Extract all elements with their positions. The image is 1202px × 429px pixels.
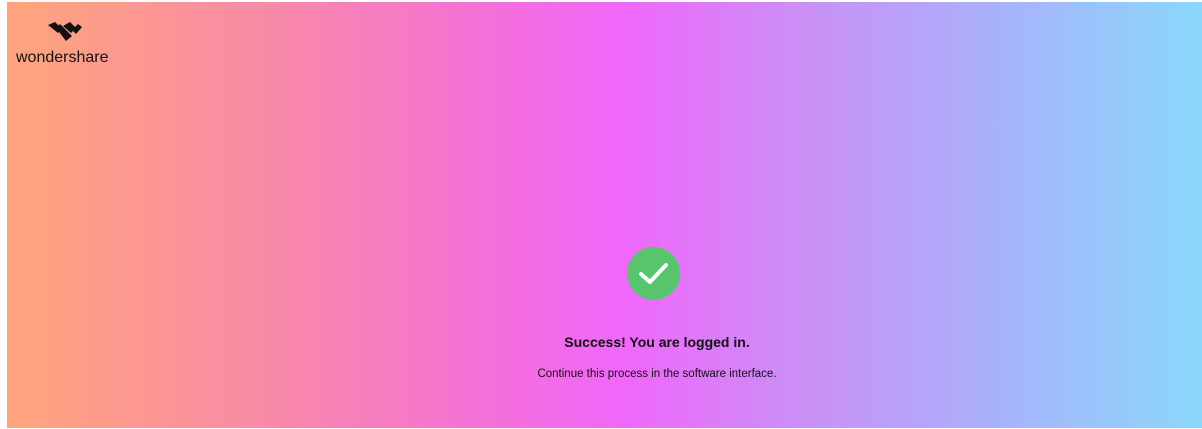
success-message: Continue this process in the software in…: [537, 368, 777, 380]
wondershare-logo-icon: [48, 22, 82, 41]
success-title: Success! You are logged in.: [564, 334, 750, 350]
check-circle-icon: [627, 247, 680, 300]
checkmark-icon: [639, 263, 668, 284]
wondershare-logo[interactable]: wondershare: [16, 18, 126, 70]
login-status: Success! You are logged in. Continue thi…: [437, 247, 877, 387]
login-success-page: wondershare Success! You are logged in. …: [7, 2, 1202, 428]
brand-name: wondershare: [16, 49, 109, 66]
